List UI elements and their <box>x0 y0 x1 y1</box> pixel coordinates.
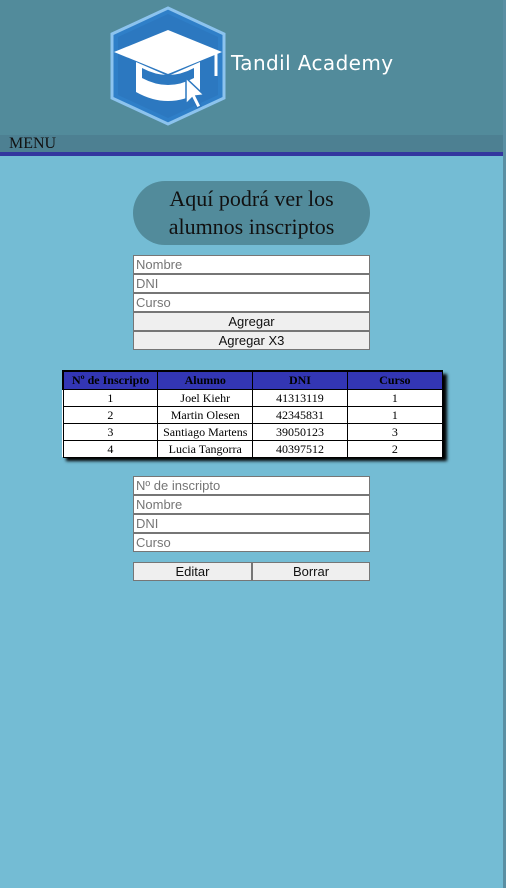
cell-alumno: Martin Olesen <box>157 406 254 424</box>
header-numero-inscripto: Nº de Inscripto <box>62 370 159 390</box>
page-title-line-1: Aquí podrá ver los <box>169 186 334 211</box>
page-title-line-2: alumnos inscriptos <box>168 214 335 239</box>
menu-bar[interactable]: MENU <box>0 135 503 152</box>
site-header: Tandil Academy <box>0 0 503 135</box>
students-table: Nº de Inscripto Alumno DNI Curso 1 Joel … <box>62 370 444 458</box>
header-curso: Curso <box>346 370 444 390</box>
table-row[interactable]: 3 Santiago Martens 39050123 3 <box>62 423 444 441</box>
page-title-text: Aquí podrá ver los alumnos inscriptos <box>169 185 335 241</box>
cell-numero: 3 <box>62 423 159 441</box>
table-row[interactable]: 2 Martin Olesen 42345831 1 <box>62 406 444 424</box>
curso-input[interactable] <box>133 293 370 312</box>
cell-numero: 2 <box>62 406 159 424</box>
cell-dni: 39050123 <box>252 423 348 441</box>
nombre-input[interactable] <box>133 255 370 274</box>
cell-dni: 42345831 <box>252 406 348 424</box>
cell-curso: 3 <box>346 423 444 441</box>
menu-label[interactable]: MENU <box>9 135 56 152</box>
table-row[interactable]: 4 Lucia Tangorra 40397512 2 <box>62 440 444 458</box>
borrar-button[interactable]: Borrar <box>252 562 370 581</box>
cell-alumno: Joel Kiehr <box>157 389 254 407</box>
cell-dni: 41313119 <box>252 389 348 407</box>
edit-dni-input[interactable] <box>133 514 370 533</box>
dni-input[interactable] <box>133 274 370 293</box>
edit-nombre-input[interactable] <box>133 495 370 514</box>
cell-dni: 40397512 <box>252 440 348 458</box>
edit-curso-input[interactable] <box>133 533 370 552</box>
numero-inscripto-input[interactable] <box>133 476 370 495</box>
table-header-row: Nº de Inscripto Alumno DNI Curso <box>62 370 444 390</box>
cell-numero: 1 <box>62 389 159 407</box>
table-row[interactable]: 1 Joel Kiehr 41313119 1 <box>62 389 444 407</box>
header-alumno: Alumno <box>157 370 254 390</box>
cell-alumno: Santiago Martens <box>157 423 254 441</box>
cell-alumno: Lucia Tangorra <box>157 440 254 458</box>
cell-curso: 1 <box>346 389 444 407</box>
cell-curso: 1 <box>346 406 444 424</box>
brand-name: Tandil Academy <box>231 51 394 75</box>
menu-divider <box>0 152 503 156</box>
header-dni: DNI <box>252 370 348 390</box>
graduation-cap-cursor-icon <box>110 6 226 126</box>
page-title: Aquí podrá ver los alumnos inscriptos <box>133 181 370 245</box>
cell-numero: 4 <box>62 440 159 458</box>
agregar-x3-button[interactable]: Agregar X3 <box>133 331 370 350</box>
cell-curso: 2 <box>346 440 444 458</box>
agregar-button[interactable]: Agregar <box>133 312 370 331</box>
students-table-wrapper: Nº de Inscripto Alumno DNI Curso 1 Joel … <box>62 370 444 458</box>
editar-button[interactable]: Editar <box>133 562 252 581</box>
